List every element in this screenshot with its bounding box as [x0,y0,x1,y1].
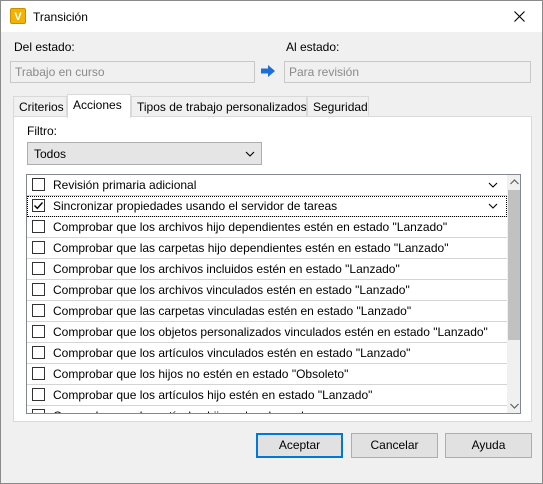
action-row[interactable]: Comprobar que los archivos vinculados es… [27,280,507,301]
tab-acciones[interactable]: Acciones [67,94,131,118]
action-label: Comprobar que los archivos incluidos est… [53,262,400,276]
tab-tipos-trabajo[interactable]: Tipos de trabajo personalizados [131,96,307,117]
action-label: Comprobar que los artículos hijo se han … [53,409,310,413]
action-checkbox[interactable] [32,283,45,296]
to-state-field: Para revisión [284,61,531,83]
action-row[interactable]: Comprobar que las carpetas hijo dependie… [27,238,507,259]
to-state-label: Al estado: [286,40,340,54]
scroll-down-button[interactable] [507,399,520,413]
action-row[interactable]: Comprobar que las carpetas vinculadas es… [27,301,507,322]
action-row[interactable]: Comprobar que los hijos no estén en esta… [27,364,507,385]
action-row[interactable]: Comprobar que los artículos hijo estén e… [27,385,507,406]
scroll-thumb[interactable] [508,190,520,340]
help-button[interactable]: Ayuda [445,433,532,458]
filter-selected-value: Todos [34,147,67,161]
action-checkbox[interactable] [32,262,45,275]
action-checkbox[interactable] [32,220,45,233]
close-button[interactable] [496,1,542,32]
action-checkbox[interactable] [32,388,45,401]
from-state-label: Del estado: [14,40,75,54]
vertical-scrollbar[interactable] [507,175,520,413]
action-label: Comprobar que los artículos hijo estén e… [53,388,373,402]
title-bar: V Transición [1,1,542,32]
transition-dialog: V Transición Del estado: Trabajo en curs… [0,0,543,484]
action-label: Revisión primaria adicional [53,178,197,192]
action-label: Comprobar que los hijos no estén en esta… [53,367,349,381]
action-checkbox[interactable] [32,367,45,380]
close-icon [513,11,525,22]
tab-criterios[interactable]: Criterios [13,96,67,117]
action-checkbox[interactable] [32,325,45,338]
action-row[interactable]: Comprobar que los archivos incluidos est… [27,259,507,280]
chevron-down-icon[interactable] [488,180,498,190]
filter-dropdown[interactable]: Todos [27,142,262,165]
acciones-panel: Filtro: Todos Comprobar que los artículo… [13,116,532,422]
action-label: Comprobar que los artículos vinculados e… [53,346,411,360]
arrow-right-icon [261,65,275,77]
accept-button[interactable]: Aceptar [256,433,343,458]
chevron-down-icon [245,151,255,157]
filter-label: Filtro: [27,124,57,138]
action-label: Comprobar que los archivos vinculados es… [53,283,410,297]
action-label: Comprobar que las carpetas vinculadas es… [53,304,412,318]
action-checkbox[interactable] [32,199,45,212]
actions-list[interactable]: Comprobar que los artículos hijo se han … [26,174,521,414]
tab-seguridad[interactable]: Seguridad [307,96,369,117]
action-row[interactable]: Comprobar que los archivos hijo dependie… [27,217,507,238]
chevron-up-icon [509,179,519,185]
action-label: Sincronizar propiedades usando el servid… [53,199,338,213]
action-checkbox[interactable] [32,304,45,317]
chevron-down-icon[interactable] [488,201,498,211]
app-logo-icon: V [10,8,26,24]
from-state-field: Trabajo en curso [10,61,255,83]
action-row[interactable]: Comprobar que los artículos hijo se han … [27,406,507,413]
action-row[interactable]: Comprobar que los artículos vinculados e… [27,343,507,364]
window-title: Transición [33,10,88,24]
action-label: Comprobar que los archivos hijo dependie… [53,220,448,234]
action-row[interactable]: Sincronizar propiedades usando el servid… [27,196,507,217]
action-label: Comprobar que las carpetas hijo dependie… [53,241,449,255]
action-checkbox[interactable] [32,346,45,359]
action-checkbox[interactable] [32,178,45,191]
action-row[interactable]: Comprobar que los objetos personalizados… [27,322,507,343]
scroll-up-button[interactable] [507,175,520,189]
cancel-button[interactable]: Cancelar [351,433,438,458]
action-checkbox[interactable] [32,241,45,254]
action-label: Comprobar que los objetos personalizados… [53,325,488,339]
chevron-down-icon [509,403,519,409]
checkmark-icon [34,202,44,210]
action-row[interactable]: Revisión primaria adicional [27,175,507,196]
action-checkbox[interactable] [32,409,45,413]
